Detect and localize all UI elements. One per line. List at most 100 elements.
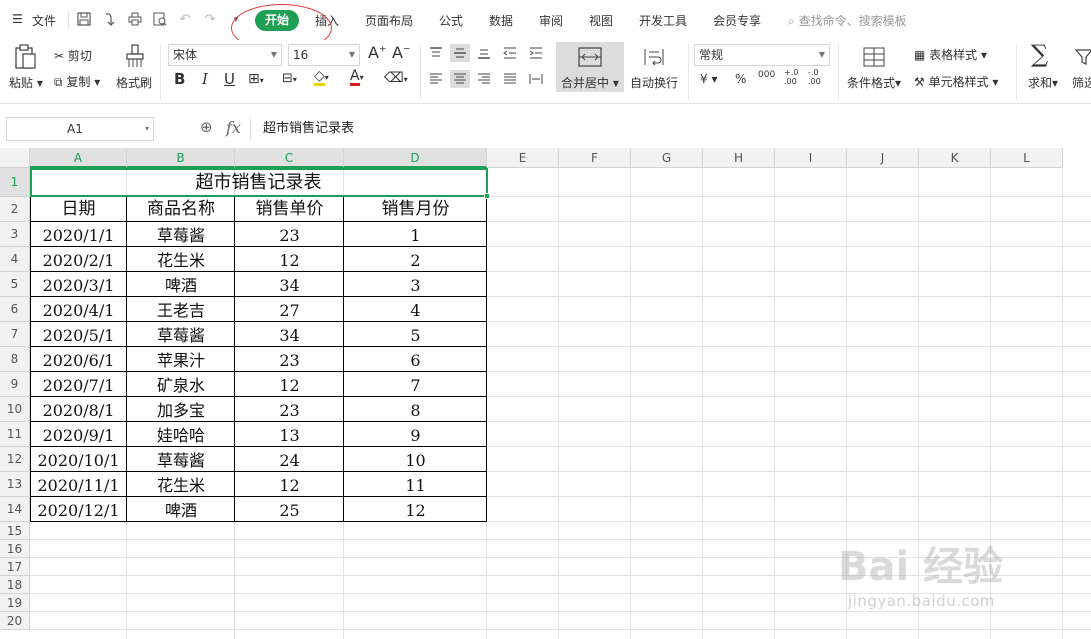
header-cell[interactable]: 日期 (30, 197, 127, 222)
save-icon[interactable] (76, 12, 92, 28)
data-cell[interactable]: 2020/1/1 (30, 223, 127, 248)
header-cell[interactable]: 商品名称 (127, 197, 235, 222)
merge-center-button[interactable]: 合并居中 ▾ (556, 42, 624, 92)
italic-button[interactable]: I (202, 70, 208, 88)
row-header-1[interactable]: 1 (0, 168, 30, 197)
row-header-18[interactable]: 18 (0, 576, 30, 594)
data-cell[interactable]: 花生米 (127, 473, 235, 498)
data-cell[interactable]: 1 (344, 223, 487, 248)
decrease-font-icon[interactable]: A− (392, 43, 411, 62)
data-cell[interactable]: 12 (344, 498, 487, 523)
distributed-align-icon[interactable] (526, 70, 546, 88)
row-header-12[interactable]: 12 (0, 447, 30, 472)
tab-member[interactable]: 会员专享 (713, 12, 761, 29)
row-header-17[interactable]: 17 (0, 558, 30, 576)
conditional-format-button[interactable]: 条件格式▾ (847, 74, 901, 91)
sheet-title-cell[interactable]: 超市销售记录表 (30, 168, 487, 197)
undo-icon[interactable]: ↶ (177, 12, 193, 28)
table-style-button[interactable]: ▦ 表格样式 ▾ (914, 46, 987, 63)
format-painter-icon[interactable] (122, 42, 148, 70)
data-cell[interactable]: 2020/2/1 (30, 248, 127, 273)
row-header-20[interactable]: 20 (0, 612, 30, 630)
increase-indent-icon[interactable] (526, 44, 546, 62)
data-cell[interactable]: 10 (344, 448, 487, 473)
data-cell[interactable]: 12 (235, 473, 344, 498)
data-cell[interactable]: 5 (344, 323, 487, 348)
data-cell[interactable]: 34 (235, 323, 344, 348)
data-cell[interactable]: 2020/11/1 (30, 473, 127, 498)
align-bottom-icon[interactable] (474, 44, 494, 62)
wrap-text-icon[interactable] (642, 46, 666, 68)
data-cell[interactable]: 2020/8/1 (30, 398, 127, 423)
wrap-text-button[interactable]: 自动换行 (630, 74, 678, 91)
currency-button[interactable]: ¥ ▾ (700, 72, 717, 86)
row-header-15[interactable]: 15 (0, 522, 30, 540)
data-cell[interactable]: 啤酒 (127, 273, 235, 298)
output-pdf-icon[interactable] (102, 12, 118, 28)
eraser-icon[interactable]: ⌫▾ (384, 70, 408, 86)
row-header-11[interactable]: 11 (0, 422, 30, 447)
row-header-8[interactable]: 8 (0, 347, 30, 372)
spreadsheet-grid[interactable]: A B C D E F G H I J K L 1 2 3 4 5 6 7 8 9 10 11 12 13 14 15 16 17 18 1… (0, 148, 1091, 639)
align-right-icon[interactable] (474, 70, 494, 88)
print-icon[interactable] (127, 12, 143, 28)
data-cell[interactable]: 花生米 (127, 248, 235, 273)
data-cell[interactable]: 娃哈哈 (127, 423, 235, 448)
align-middle-icon[interactable] (450, 44, 470, 62)
column-header-k[interactable]: K (919, 148, 991, 168)
header-cell[interactable]: 销售单价 (235, 197, 344, 222)
row-header-13[interactable]: 13 (0, 472, 30, 497)
cell-style-button[interactable]: ⚒ 单元格样式 ▾ (914, 73, 998, 90)
tab-data[interactable]: 数据 (489, 12, 513, 29)
data-cell[interactable]: 苹果汁 (127, 348, 235, 373)
data-cell[interactable]: 2020/5/1 (30, 323, 127, 348)
zoom-search-icon[interactable]: ⊕ (200, 118, 213, 136)
underline-button[interactable]: U (224, 70, 235, 88)
tab-developer[interactable]: 开发工具 (639, 12, 687, 29)
row-header-19[interactable]: 19 (0, 594, 30, 612)
data-cell[interactable]: 草莓酱 (127, 448, 235, 473)
column-header-g[interactable]: G (631, 148, 703, 168)
data-cell[interactable]: 23 (235, 398, 344, 423)
print-preview-icon[interactable] (152, 12, 168, 28)
row-header-14[interactable]: 14 (0, 497, 30, 522)
sum-icon[interactable]: ∑ (1031, 40, 1048, 68)
paste-icon[interactable] (8, 42, 42, 72)
data-cell[interactable]: 13 (235, 423, 344, 448)
tab-formulas[interactable]: 公式 (439, 12, 463, 29)
decrease-decimal-button[interactable]: -.0 .00 (808, 68, 826, 86)
tab-page-layout[interactable]: 页面布局 (365, 12, 413, 29)
select-all-corner[interactable] (0, 148, 30, 168)
justify-icon[interactable] (500, 70, 520, 88)
data-cell[interactable]: 23 (235, 348, 344, 373)
data-cell[interactable]: 12 (235, 248, 344, 273)
redo-icon[interactable]: ↷ (202, 12, 218, 28)
filter-icon[interactable] (1074, 46, 1091, 68)
column-header-b[interactable]: B (127, 148, 235, 168)
tab-view[interactable]: 视图 (589, 12, 613, 29)
data-cell[interactable]: 3 (344, 273, 487, 298)
column-header-h[interactable]: H (703, 148, 775, 168)
formula-input[interactable]: 超市销售记录表 (250, 117, 1091, 141)
align-left-icon[interactable] (426, 70, 446, 88)
search-command[interactable]: ⌕ 查找命令、搜索模板 (788, 12, 907, 29)
column-header-a[interactable]: A (30, 148, 127, 168)
column-header-i[interactable]: I (775, 148, 847, 168)
data-cell[interactable]: 11 (344, 473, 487, 498)
font-size-select[interactable]: 16 ▼ (288, 44, 360, 66)
data-cell[interactable]: 草莓酱 (127, 323, 235, 348)
font-name-select[interactable]: 宋体 ▼ (168, 44, 282, 66)
filter-button[interactable]: 筛选 (1072, 74, 1091, 91)
thousands-separator-button[interactable]: 000 (758, 70, 775, 80)
bold-button[interactable]: B (174, 70, 185, 88)
fill-color-button[interactable]: ◇▾ (314, 69, 329, 86)
row-header-10[interactable]: 10 (0, 397, 30, 422)
row-header-7[interactable]: 7 (0, 322, 30, 347)
menu-file[interactable]: 文件 (32, 12, 56, 29)
data-cell[interactable]: 12 (235, 373, 344, 398)
data-cell[interactable]: 7 (344, 373, 487, 398)
row-header-5[interactable]: 5 (0, 272, 30, 297)
row-header-6[interactable]: 6 (0, 297, 30, 322)
align-center-icon[interactable] (450, 70, 470, 88)
row-header-4[interactable]: 4 (0, 247, 30, 272)
